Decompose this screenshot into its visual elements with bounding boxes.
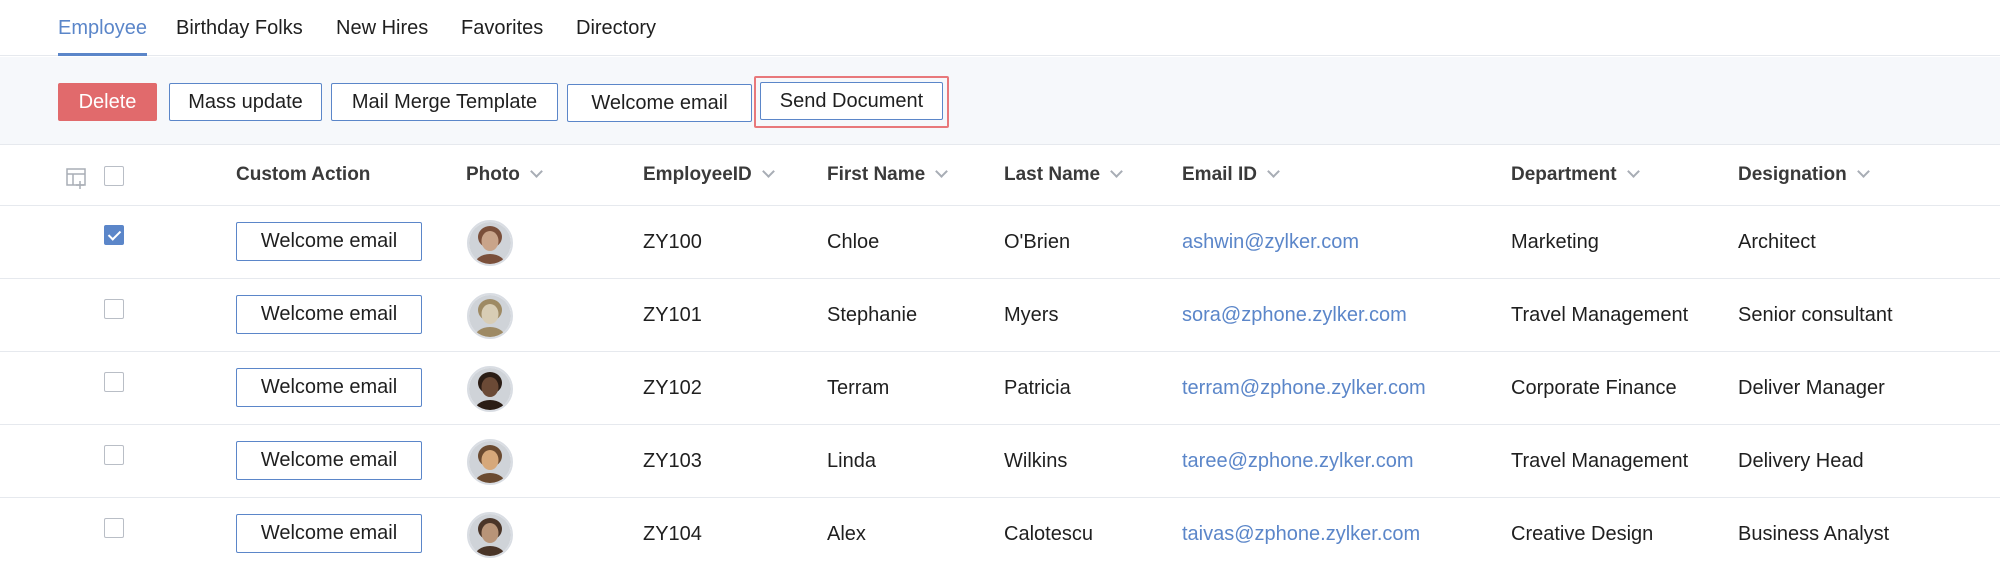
send-document-button[interactable]: Send Document (760, 82, 943, 120)
chevron-down-icon[interactable] (1110, 165, 1123, 178)
first-name: Stephanie (827, 304, 918, 326)
department: Travel Management (1511, 304, 1689, 326)
table-row[interactable]: Welcome email ZY102 Terram Patricia terr… (0, 352, 2000, 425)
column-header-custom-action: Custom Action (236, 164, 371, 185)
tab-employee[interactable]: Employee (58, 14, 147, 56)
chevron-down-icon[interactable] (529, 165, 543, 178)
chevron-down-icon[interactable] (1626, 165, 1640, 178)
column-header-email[interactable]: Email ID (1182, 164, 1280, 186)
avatar (467, 293, 513, 339)
designation: Business Analyst (1738, 523, 1890, 545)
row-checkbox[interactable] (104, 445, 124, 465)
row-checkbox[interactable] (104, 225, 124, 245)
last-name: Calotescu (1004, 523, 1093, 545)
table-row[interactable]: Welcome email ZY103 Linda Wilkins taree@… (0, 425, 2000, 498)
avatar (467, 366, 513, 412)
row-welcome-email-button[interactable]: Welcome email (236, 514, 422, 553)
row-checkbox[interactable] (104, 299, 124, 319)
tab-birthday-folks[interactable]: Birthday Folks (176, 14, 303, 56)
table-columns-icon[interactable] (66, 167, 88, 189)
employee-id: ZY103 (643, 450, 702, 472)
tab-directory[interactable]: Directory (576, 14, 656, 56)
row-welcome-email-button[interactable]: Welcome email (236, 441, 422, 480)
column-header-department[interactable]: Department (1511, 164, 1640, 186)
column-label: Email ID (1182, 164, 1257, 185)
department: Creative Design (1511, 523, 1654, 545)
first-name: Terram (827, 377, 890, 399)
chevron-down-icon[interactable] (1267, 165, 1280, 178)
table-row[interactable]: Welcome email ZY101 Stephanie Myers sora… (0, 279, 2000, 352)
row-welcome-email-button[interactable]: Welcome email (236, 222, 422, 261)
row-welcome-email-button[interactable]: Welcome email (236, 368, 422, 407)
row-checkbox[interactable] (104, 372, 124, 392)
tab-bar: Employee Birthday Folks New Hires Favori… (0, 0, 2000, 56)
last-name: O'Brien (1004, 231, 1071, 253)
column-label: Designation (1738, 164, 1847, 185)
table-row[interactable]: Welcome email ZY100 Chloe O'Brien ashwin… (0, 206, 2000, 279)
row-checkbox[interactable] (104, 518, 124, 538)
delete-button[interactable]: Delete (58, 83, 157, 121)
avatar (467, 220, 513, 266)
column-header-first-name[interactable]: First Name (827, 164, 949, 186)
tab-favorites[interactable]: Favorites (461, 14, 543, 56)
chevron-down-icon[interactable] (935, 165, 949, 178)
row-welcome-email-button[interactable]: Welcome email (236, 295, 422, 334)
welcome-email-button[interactable]: Welcome email (567, 84, 752, 122)
chevron-down-icon[interactable] (761, 165, 775, 178)
employee-id: ZY102 (643, 377, 702, 399)
avatar (467, 512, 513, 558)
email-link[interactable]: taree@zphone.zylker.com (1182, 450, 1414, 473)
employee-id: ZY104 (643, 523, 702, 545)
department: Marketing (1511, 231, 1599, 253)
designation: Delivery Head (1738, 450, 1864, 472)
table-header: Custom Action Photo EmployeeID First Nam… (0, 145, 2000, 206)
column-header-photo[interactable]: Photo (466, 164, 543, 186)
email-link[interactable]: terram@zphone.zylker.com (1182, 377, 1426, 400)
designation: Deliver Manager (1738, 377, 1885, 399)
action-toolbar: Delete Mass update Mail Merge Template W… (0, 57, 2000, 145)
column-header-employee-id[interactable]: EmployeeID (643, 164, 775, 186)
email-link[interactable]: sora@zphone.zylker.com (1182, 304, 1407, 327)
chevron-down-icon[interactable] (1856, 165, 1870, 178)
column-header-designation[interactable]: Designation (1738, 164, 1870, 186)
last-name: Patricia (1004, 377, 1071, 399)
first-name: Linda (827, 450, 876, 472)
table-row[interactable]: Welcome email ZY104 Alex Calotescu taiva… (0, 498, 2000, 567)
employee-id: ZY100 (643, 231, 702, 253)
column-label: First Name (827, 164, 926, 185)
department: Travel Management (1511, 450, 1689, 472)
column-label: Last Name (1004, 164, 1101, 185)
last-name: Wilkins (1004, 450, 1068, 472)
column-label: Photo (466, 164, 520, 185)
first-name: Alex (827, 523, 866, 545)
email-link[interactable]: ashwin@zylker.com (1182, 231, 1359, 254)
department: Corporate Finance (1511, 377, 1677, 399)
email-link[interactable]: taivas@zphone.zylker.com (1182, 523, 1420, 546)
employee-id: ZY101 (643, 304, 702, 326)
designation: Senior consultant (1738, 304, 1893, 326)
first-name: Chloe (827, 231, 880, 253)
designation: Architect (1738, 231, 1816, 253)
mass-update-button[interactable]: Mass update (169, 83, 322, 121)
tab-new-hires[interactable]: New Hires (336, 14, 428, 56)
last-name: Myers (1004, 304, 1059, 326)
column-header-last-name[interactable]: Last Name (1004, 164, 1123, 186)
select-all-checkbox[interactable] (104, 166, 124, 186)
avatar (467, 439, 513, 485)
column-label: EmployeeID (643, 164, 752, 185)
mail-merge-template-button[interactable]: Mail Merge Template (331, 83, 558, 121)
column-label: Department (1511, 164, 1617, 185)
